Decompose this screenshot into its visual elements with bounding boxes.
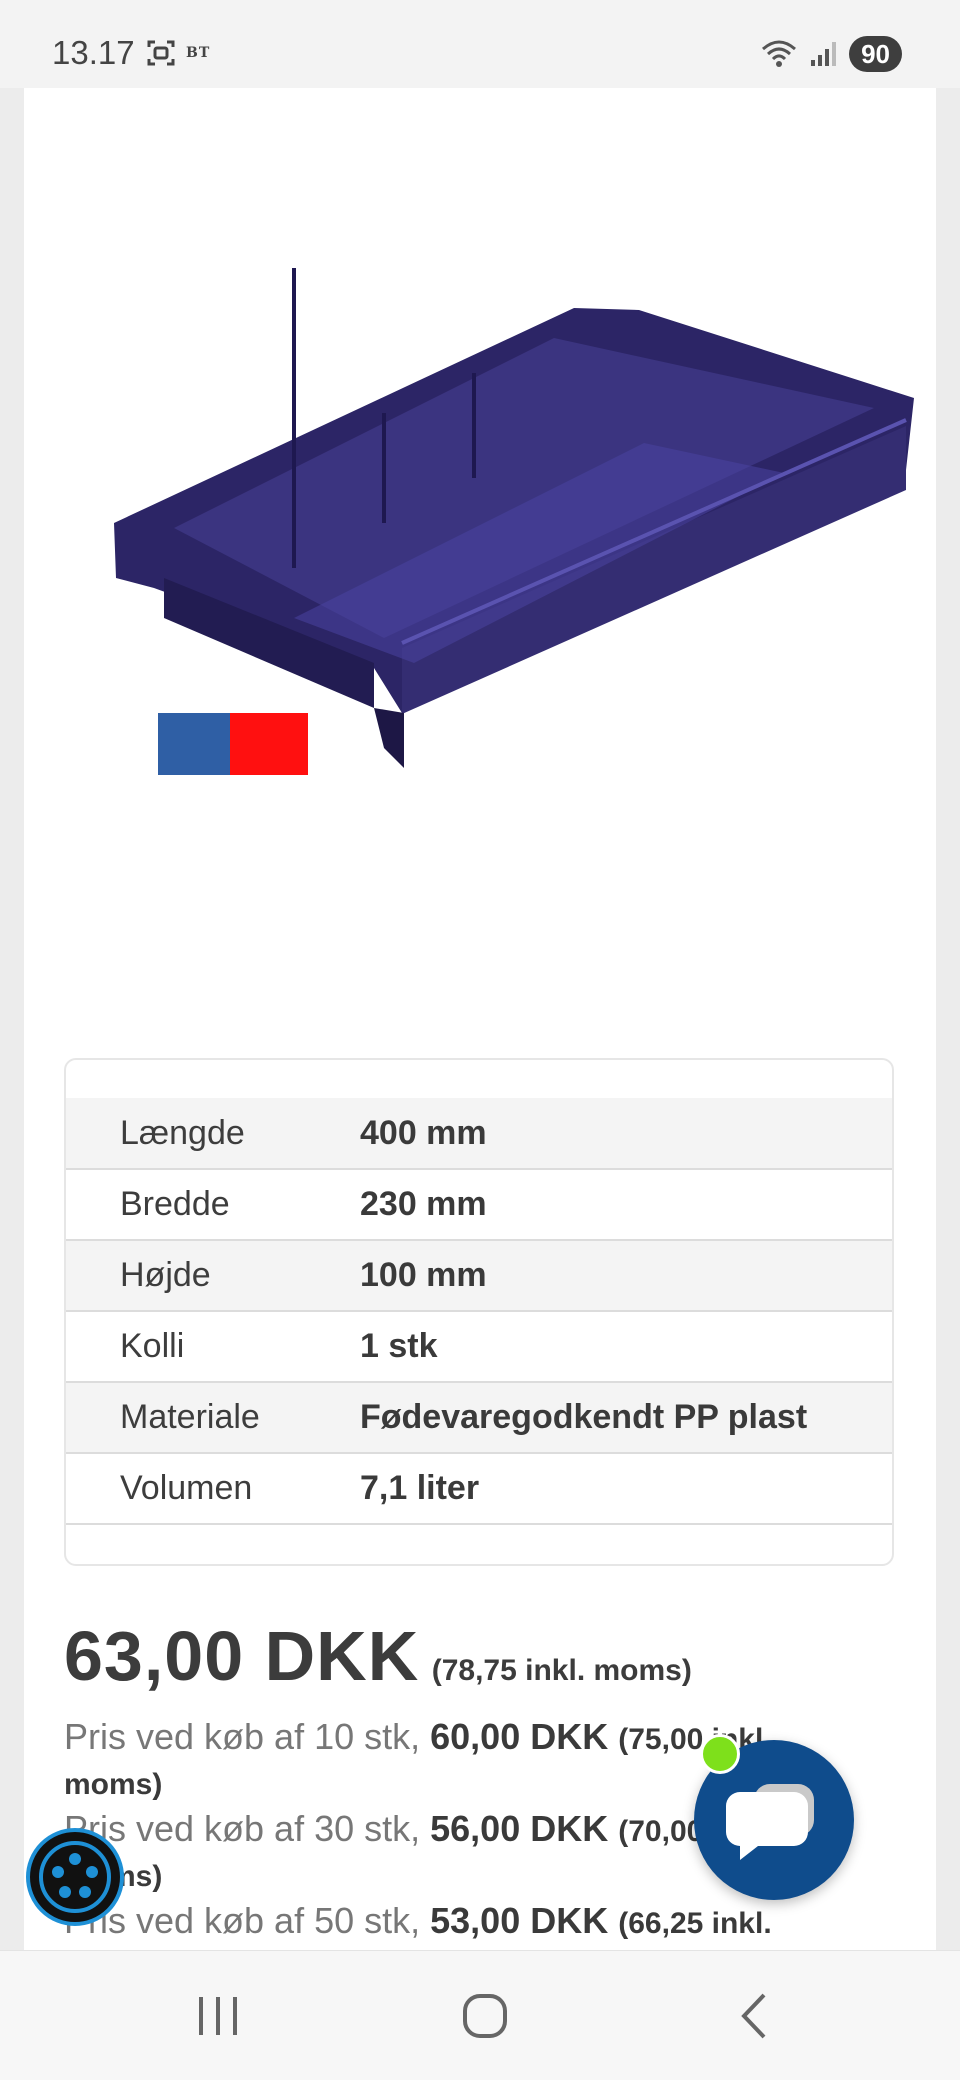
price-incl-vat: (78,75 inkl. moms) [431, 1654, 692, 1687]
spec-label: Længde [120, 1113, 245, 1152]
home-icon[interactable] [460, 1991, 510, 2041]
status-bar: 13.17 BT 90 [0, 0, 960, 88]
spec-value: 230 mm [360, 1185, 487, 1223]
spec-row-width: Bredde 230 mm [66, 1169, 892, 1240]
spec-row-material: Materiale Fødevaregodkendt PP plast [66, 1382, 892, 1453]
spec-table-card: Længde 400 mm Bredde 230 mm Højde 100 mm… [64, 1058, 894, 1566]
carrier-icon: BT [186, 45, 211, 61]
spec-label: Højde [120, 1256, 211, 1294]
spec-label: Bredde [120, 1185, 230, 1223]
screenshot-icon [147, 40, 175, 66]
wifi-icon [762, 40, 797, 67]
accessibility-icon [39, 1841, 111, 1913]
spec-value: 400 mm [360, 1113, 487, 1152]
spec-label: Volumen [120, 1469, 253, 1507]
tier-amount: 60,00 DKK [430, 1716, 609, 1757]
chat-online-indicator [700, 1734, 740, 1774]
spec-value: 100 mm [360, 1256, 487, 1294]
spec-row-height: Højde 100 mm [66, 1240, 892, 1311]
battery-indicator: 90 [849, 36, 902, 72]
storage-bin-image [114, 268, 914, 775]
system-nav-bar [0, 1950, 960, 2080]
spec-row-packaging: Kolli 1 stk [66, 1311, 892, 1382]
spec-table: Længde 400 mm Bredde 230 mm Højde 100 mm… [66, 1098, 892, 1525]
screen: 13.17 BT 90 Længde 400 mm Bredde 230 mm … [0, 0, 960, 2080]
recent-apps-icon[interactable] [193, 1991, 243, 2041]
color-swatch-blue [158, 713, 230, 775]
product-page: Længde 400 mm Bredde 230 mm Højde 100 mm… [24, 88, 936, 1950]
signal-icon [811, 42, 837, 66]
spec-value: 7,1 liter [360, 1469, 480, 1507]
price-tier: Pris ved køb af 50 stk, 53,00 DKK (66,25… [64, 1900, 864, 1950]
spec-row-volume: Volumen 7,1 liter [66, 1453, 892, 1524]
status-time: 13.17 [52, 34, 135, 71]
spec-value: 1 stk [360, 1327, 438, 1365]
spec-row-length: Længde 400 mm [66, 1098, 892, 1169]
spec-label: Kolli [120, 1327, 185, 1365]
product-price: 63,00 DKK (78,75 inkl. moms) [64, 1616, 692, 1696]
back-icon[interactable] [730, 1991, 780, 2041]
color-swatch-red [230, 713, 308, 775]
tier-amount: 53,00 DKK [430, 1900, 609, 1941]
tier-prefix: Pris ved køb af 10 stk, [64, 1716, 431, 1757]
spec-label: Materiale [120, 1398, 260, 1436]
accessibility-button[interactable] [26, 1828, 124, 1926]
tier-amount: 56,00 DKK [430, 1808, 609, 1849]
price-amount: 63,00 DKK [64, 1617, 420, 1695]
spec-value: Fødevaregodkendt PP plast [360, 1398, 808, 1436]
